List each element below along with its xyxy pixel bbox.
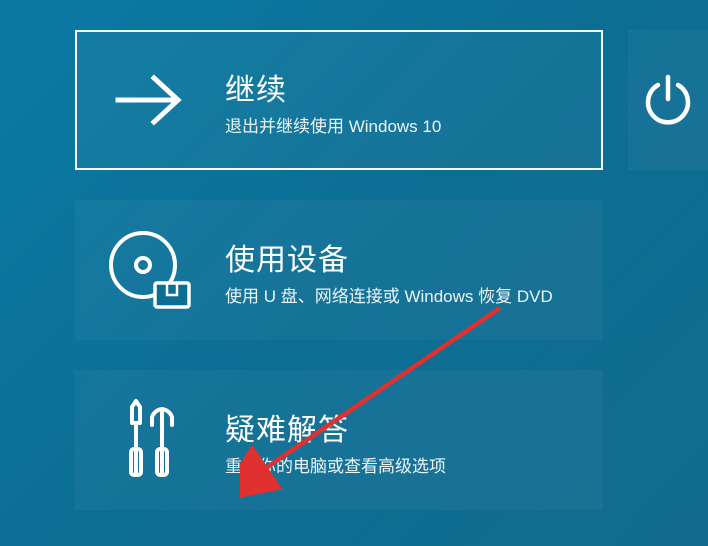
continue-tile[interactable]: 继续 退出并继续使用 Windows 10 (75, 30, 603, 170)
use-device-text: 使用设备 使用 U 盘、网络连接或 Windows 恢复 DVD (225, 231, 583, 310)
troubleshoot-text: 疑难解答 重置你的电脑或查看高级选项 (225, 401, 583, 480)
continue-title: 继续 (225, 65, 583, 109)
arrow-right-icon (75, 30, 225, 170)
tools-icon (75, 370, 225, 510)
continue-desc: 退出并继续使用 Windows 10 (225, 115, 583, 140)
use-device-desc: 使用 U 盘、网络连接或 Windows 恢复 DVD (225, 285, 583, 310)
recovery-options-grid: 继续 退出并继续使用 Windows 10 (0, 0, 708, 546)
disc-icon (75, 200, 225, 340)
power-icon (639, 71, 697, 129)
use-device-tile[interactable]: 使用设备 使用 U 盘、网络连接或 Windows 恢复 DVD (75, 200, 603, 340)
troubleshoot-tile[interactable]: 疑难解答 重置你的电脑或查看高级选项 (75, 370, 603, 510)
troubleshoot-desc: 重置你的电脑或查看高级选项 (225, 455, 583, 480)
use-device-title: 使用设备 (225, 235, 583, 279)
power-tile[interactable] (628, 30, 708, 170)
continue-text: 继续 退出并继续使用 Windows 10 (225, 61, 583, 140)
troubleshoot-title: 疑难解答 (225, 405, 583, 449)
